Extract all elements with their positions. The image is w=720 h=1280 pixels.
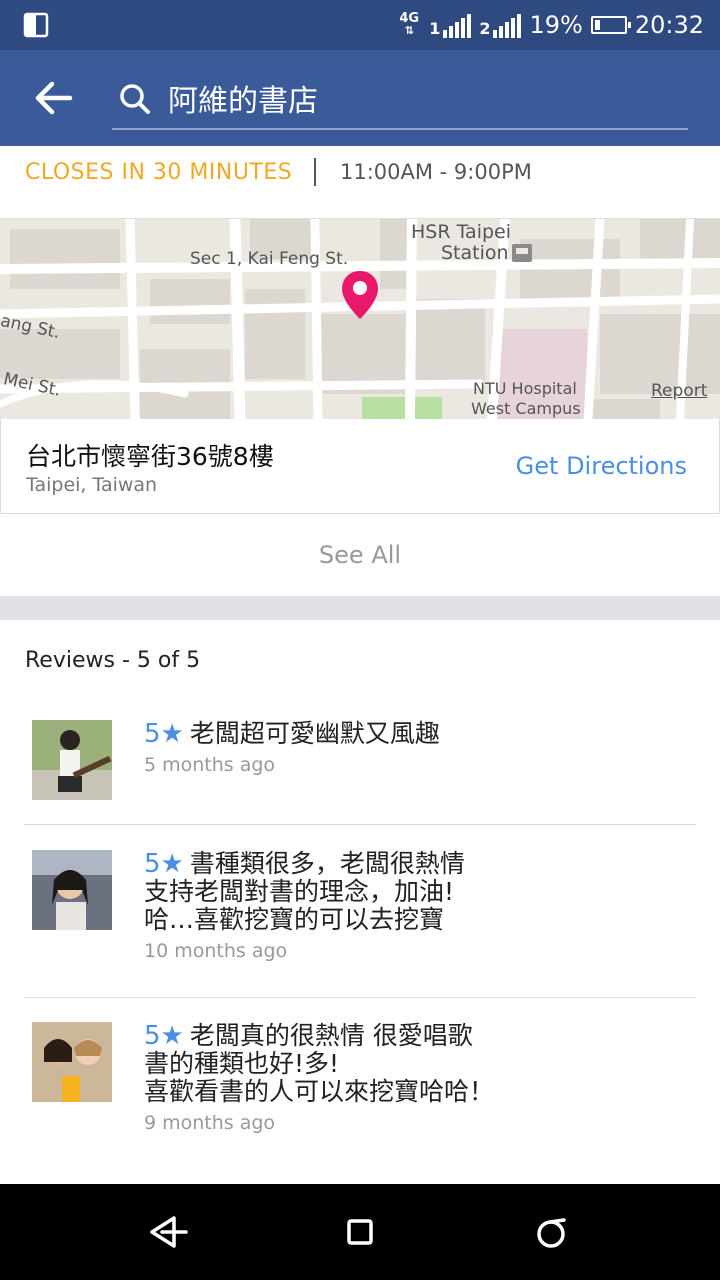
map-label-hospital-line1: NTU Hospital (473, 379, 577, 398)
map-label-hospital-line2: West Campus (471, 399, 581, 418)
reviews-section: Reviews - 5 of 5 5★ 老闆超可愛幽默又風趣 5 months a… (0, 620, 720, 1184)
hours-status: CLOSES IN 30 MINUTES (25, 160, 293, 185)
see-all-button[interactable]: See All (0, 514, 720, 596)
app-bar (0, 50, 720, 146)
map-label-street1: Sec 1, Kai Feng St. (190, 249, 349, 269)
status-bar: 4G ⇅ 1 2 19% 20:32 (0, 0, 720, 50)
map-label-station-line1: HSR Taipei (411, 221, 512, 243)
nav-recent-icon[interactable] (528, 1208, 576, 1256)
sim2-signal-icon: 2 (479, 12, 522, 38)
map-report-link[interactable]: Report (651, 381, 707, 401)
reviewer-avatar[interactable] (32, 1022, 112, 1102)
address-card: 台北市懷寧街36號8樓 Taipei, Taiwan Get Direction… (0, 419, 720, 514)
search-input[interactable] (168, 76, 668, 120)
battery-icon (590, 16, 631, 34)
review-divider (24, 997, 696, 998)
search-bar[interactable] (112, 72, 688, 130)
reviewer-avatar[interactable] (32, 850, 112, 930)
review-time: 10 months ago (144, 940, 288, 962)
review-rating: 5★ (144, 849, 184, 879)
review-text: 老闆超可愛幽默又風趣 (189, 719, 440, 748)
screen-rotate-icon (23, 12, 49, 38)
nav-home-icon[interactable] (336, 1208, 384, 1256)
nav-back-icon[interactable] (144, 1208, 192, 1256)
hours-range: 11:00AM - 9:00PM (340, 160, 532, 184)
review-time: 5 months ago (144, 754, 276, 776)
review-divider (24, 824, 696, 825)
back-arrow-icon[interactable] (30, 76, 78, 120)
reviewer-avatar[interactable] (32, 720, 112, 800)
search-icon (120, 84, 150, 114)
map-pin-icon (342, 271, 378, 319)
clock: 20:32 (634, 11, 704, 39)
sim1-signal-icon: 1 (429, 12, 472, 38)
address-line: 台北市懷寧街36號8樓 (26, 442, 274, 471)
review-text: 老闆真的很熱情 很愛唱歌 書的種類也好!多! 喜歡看書的人可以來挖寶哈哈！ (144, 1021, 495, 1106)
hours-bar: CLOSES IN 30 MINUTES 11:00AM - 9:00PM (0, 146, 720, 219)
map[interactable]: Sec 1, Kai Feng St. HSR Taipei Station a… (0, 219, 720, 419)
network-type-icon: 4G ⇅ (399, 11, 420, 37)
review-rating: 5★ (144, 719, 184, 749)
system-nav-bar (0, 1184, 720, 1280)
battery-percent: 19% (529, 11, 583, 39)
review-text: 書種類很多，老闆很熱情 支持老闆對書的理念，加油! 哈…喜歡挖寶的可以去挖寶 (144, 849, 465, 934)
address-city: Taipei, Taiwan (26, 474, 158, 496)
review-rating: 5★ (144, 1021, 184, 1051)
section-separator (0, 596, 720, 620)
get-directions-link[interactable]: Get Directions (516, 452, 687, 480)
avatar-photo (32, 720, 112, 800)
hours-divider (314, 158, 316, 186)
review-time: 9 months ago (144, 1112, 276, 1134)
map-label-station-line2: Station (441, 242, 509, 264)
avatar-photo (32, 1022, 112, 1102)
reviews-title: Reviews - 5 of 5 (25, 648, 201, 673)
avatar-photo (32, 850, 112, 930)
